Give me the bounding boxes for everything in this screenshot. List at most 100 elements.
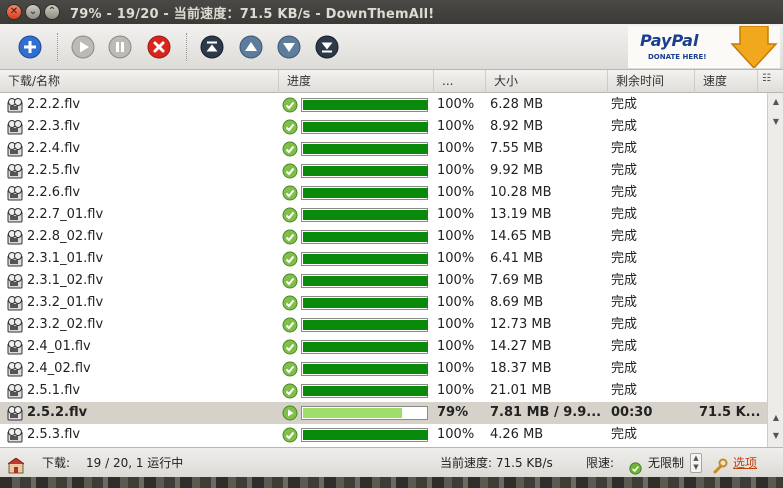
download-list: 下载/名称 进度 ... 大小 剩余时间 速度 ☷ 2.2.2.flv 100% 6… xyxy=(0,70,783,447)
time-remaining: 完成 xyxy=(611,361,638,376)
file-name: 2.4_02.flv xyxy=(27,361,91,376)
options-link[interactable]: 选项 xyxy=(733,448,757,478)
download-speed xyxy=(699,226,763,248)
download-row[interactable]: 2.4_01.flv 100% 14.27 MB 完成 xyxy=(0,336,767,358)
file-name: 2.2.3.flv xyxy=(27,119,81,134)
add-download-button[interactable] xyxy=(18,35,42,59)
file-size: 14.65 MB xyxy=(490,229,552,244)
toolbar-separator xyxy=(186,33,187,61)
progress-percent: 79% xyxy=(437,405,469,420)
download-row[interactable]: 2.5.3.flv 100% 4.26 MB 完成 xyxy=(0,424,767,446)
downloads-count: 19 / 20, 1 运行中 xyxy=(86,456,184,470)
progress-percent: 100% xyxy=(437,229,475,244)
column-more[interactable]: ... xyxy=(434,70,486,93)
download-row[interactable]: 2.2.6.flv 100% 10.28 MB 完成 xyxy=(0,182,767,204)
scroll-up-icon[interactable]: ▲ xyxy=(771,97,781,107)
maximize-window-button[interactable]: ⌃ xyxy=(44,4,60,20)
progress-fill xyxy=(303,386,428,396)
pause-button[interactable] xyxy=(108,35,132,59)
download-row[interactable]: 2.2.8_02.flv 100% 14.65 MB 完成 xyxy=(0,226,767,248)
progress-fill xyxy=(303,364,428,374)
video-file-icon xyxy=(7,97,23,113)
file-name: 2.2.2.flv xyxy=(27,97,81,112)
minimize-window-button[interactable]: ⌄ xyxy=(25,4,41,20)
download-row[interactable]: 2.3.2_01.flv 100% 8.69 MB 完成 xyxy=(0,292,767,314)
progress-bar xyxy=(301,318,428,332)
progress-percent: 100% xyxy=(437,251,475,266)
scroll-down-icon[interactable]: ▼ xyxy=(771,117,781,127)
progress-bar xyxy=(301,164,428,178)
scroll-down-icon[interactable]: ▼ xyxy=(771,431,781,441)
column-picker-icon[interactable]: ☷ xyxy=(762,73,776,89)
download-speed: 71.5 K... xyxy=(699,405,761,420)
download-speed xyxy=(699,292,763,314)
status-icon xyxy=(7,455,25,474)
time-remaining: 完成 xyxy=(611,163,638,178)
download-row[interactable]: 2.2.7_01.flv 100% 13.19 MB 完成 xyxy=(0,204,767,226)
limit-check-icon xyxy=(629,456,643,475)
scroll-up-icon[interactable]: ▲ xyxy=(771,413,781,423)
speed-limit-stepper[interactable]: ▲ ▼ xyxy=(690,453,702,473)
complete-check-icon xyxy=(282,317,298,333)
video-file-icon xyxy=(7,427,23,443)
title-bar: ✕ ⌄ ⌃ 79% - 19/20 - 当前速度：71.5 KB/s - Dow… xyxy=(0,0,783,24)
progress-percent: 100% xyxy=(437,317,475,332)
cancel-button[interactable] xyxy=(147,35,171,59)
complete-check-icon xyxy=(282,97,298,113)
move-bottom-button[interactable] xyxy=(315,35,339,59)
speed-limit-value[interactable]: 无限制 xyxy=(648,448,684,478)
move-up-button[interactable] xyxy=(239,35,263,59)
paypal-donate-button[interactable]: PayPal DONATE HERE! xyxy=(628,26,780,68)
download-speed xyxy=(699,182,763,204)
wrench-icon[interactable] xyxy=(712,455,728,474)
progress-bar xyxy=(301,98,428,112)
download-row[interactable]: 2.2.4.flv 100% 7.55 MB 完成 xyxy=(0,138,767,160)
column-header: 下载/名称 进度 ... 大小 剩余时间 速度 ☷ xyxy=(0,70,783,93)
progress-bar xyxy=(301,340,428,354)
download-row[interactable]: 2.3.1_01.flv 100% 6.41 MB 完成 xyxy=(0,248,767,270)
file-name: 2.3.2_01.flv xyxy=(27,295,104,310)
speed-limit-label: 限速: xyxy=(586,456,615,470)
progress-bar xyxy=(301,384,428,398)
video-file-icon xyxy=(7,317,23,333)
download-speed xyxy=(699,138,763,160)
move-top-button[interactable] xyxy=(200,35,224,59)
move-down-button[interactable] xyxy=(277,35,301,59)
download-row[interactable]: 2.3.1_02.flv 100% 7.69 MB 完成 xyxy=(0,270,767,292)
download-row[interactable]: 2.2.3.flv 100% 8.92 MB 完成 xyxy=(0,116,767,138)
download-row[interactable]: 2.2.2.flv 100% 6.28 MB 完成 xyxy=(0,94,767,116)
download-row[interactable]: 2.2.5.flv 100% 9.92 MB 完成 xyxy=(0,160,767,182)
download-row[interactable]: 2.5.1.flv 100% 21.01 MB 完成 xyxy=(0,380,767,402)
download-speed xyxy=(699,380,763,402)
progress-bar xyxy=(301,296,428,310)
time-remaining: 完成 xyxy=(611,295,638,310)
progress-fill xyxy=(303,166,428,176)
resume-button[interactable] xyxy=(71,35,95,59)
download-speed xyxy=(699,116,763,138)
toolbar-separator xyxy=(57,33,58,61)
download-speed xyxy=(699,94,763,116)
column-progress[interactable]: 进度 xyxy=(279,70,434,93)
download-row[interactable]: 2.4_02.flv 100% 18.37 MB 完成 xyxy=(0,358,767,380)
close-window-button[interactable]: ✕ xyxy=(6,4,22,20)
progress-bar xyxy=(301,252,428,266)
file-size: 6.28 MB xyxy=(490,97,544,112)
complete-check-icon xyxy=(282,251,298,267)
column-size[interactable]: 大小 xyxy=(486,70,608,93)
column-speed[interactable]: 速度 xyxy=(695,70,758,93)
pause-icon xyxy=(108,35,132,59)
column-name[interactable]: 下载/名称 xyxy=(0,70,279,93)
downloads-label: 下载: xyxy=(42,456,71,470)
file-size: 7.69 MB xyxy=(490,273,544,288)
progress-percent: 100% xyxy=(437,207,475,222)
scrollbar[interactable]: ▲ ▼ ▲ ▼ xyxy=(767,93,783,447)
plus-icon xyxy=(18,35,42,59)
progress-fill xyxy=(303,210,428,220)
complete-check-icon xyxy=(282,361,298,377)
file-name: 2.5.3.flv xyxy=(27,427,81,442)
play-icon xyxy=(71,35,95,59)
column-remaining[interactable]: 剩余时间 xyxy=(608,70,695,93)
download-row[interactable]: 2.3.2_02.flv 100% 12.73 MB 完成 xyxy=(0,314,767,336)
download-row[interactable]: 2.5.2.flv 79% 7.81 MB / 9.9... 00:30 71.5 K.… xyxy=(0,402,767,424)
file-size: 13.19 MB xyxy=(490,207,552,222)
